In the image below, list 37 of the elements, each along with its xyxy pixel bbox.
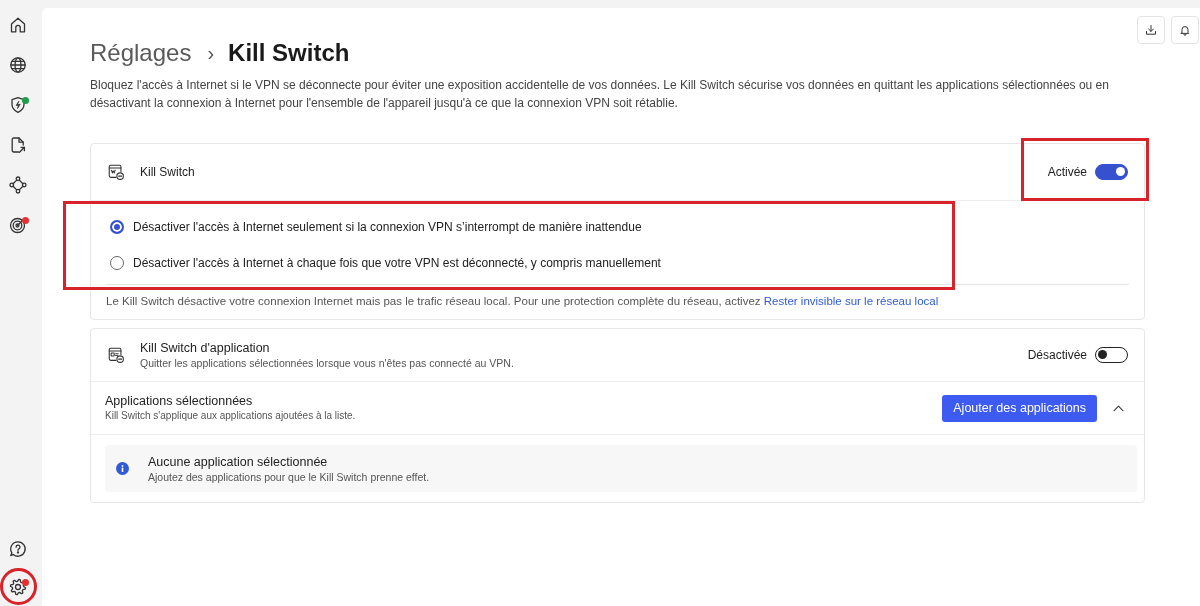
option-label: Désactiver l'accès à Internet seulement si la connexion VPN s’interrompt de manière inattendue <box>133 220 642 234</box>
page-title: Kill Switch <box>228 38 350 68</box>
bell-icon <box>1179 24 1191 36</box>
toggle-switch[interactable] <box>1095 164 1128 180</box>
empty-state-description: Ajoutez des applications pour que le Kill Switch prenne effet. <box>148 469 430 484</box>
info-icon <box>116 462 129 475</box>
section-description: Kill Switch s'applique aux applications ajoutées à la liste. <box>105 409 356 423</box>
section-title: Applications sélectionnées <box>105 393 253 409</box>
help-icon <box>8 539 28 559</box>
target-icon <box>8 215 28 235</box>
breadcrumb-separator: › <box>207 41 215 66</box>
download-icon <box>1145 24 1157 36</box>
setting-description: Quitter les applications sélectionnées lorsque vous n'êtes pas connecté au VPN. <box>140 356 514 370</box>
setting-title: Kill Switch <box>140 165 195 179</box>
download-button[interactable] <box>1137 16 1165 44</box>
add-apps-button[interactable]: Ajouter des applications <box>942 394 1097 422</box>
home-icon <box>8 15 28 35</box>
setting-title: Kill Switch d'application <box>140 340 270 356</box>
globe-icon <box>8 55 28 75</box>
radio-button[interactable] <box>110 256 124 270</box>
option-label: Désactiver l'accès à Internet à chaque fois que votre VPN est déconnecté, y compris manuellement <box>133 256 661 270</box>
window-minus-icon <box>107 346 125 364</box>
page-description: Bloquez l'accès à Internet si le VPN se déconnecte pour éviter une exposition accidentelle de vos données. Le Kill Switch sécurise vos données en quittant les applications sélectionnées ou en désactivant la connexion à Internet pour l'ensemble de l'appareil jusqu'à ce que la connexion VPN soit rétablie. <box>90 77 1110 112</box>
notifications-button[interactable] <box>1171 16 1199 44</box>
toggle-state-label: Désactivée <box>1027 348 1087 362</box>
nodes-icon <box>8 175 28 195</box>
settings-icon <box>8 577 28 597</box>
info-note: Le Kill Switch désactive votre connexion Internet mais pas le trafic réseau local. Pour une protection complète du réseau, activez Rester invisible sur le réseau local <box>106 284 1129 319</box>
shield-bolt-icon <box>8 95 28 115</box>
toggle-switch[interactable] <box>1095 347 1128 363</box>
window-minus-icon <box>107 163 125 181</box>
breadcrumb-link[interactable]: Réglages <box>90 38 192 68</box>
empty-state-title: Aucune application sélectionnée <box>148 453 328 470</box>
local-network-link[interactable]: Rester invisible sur le réseau local <box>763 295 939 307</box>
radio-button[interactable] <box>110 220 124 234</box>
toggle-state-label: Activée <box>1047 165 1087 179</box>
chevron-up-icon <box>1112 404 1124 412</box>
